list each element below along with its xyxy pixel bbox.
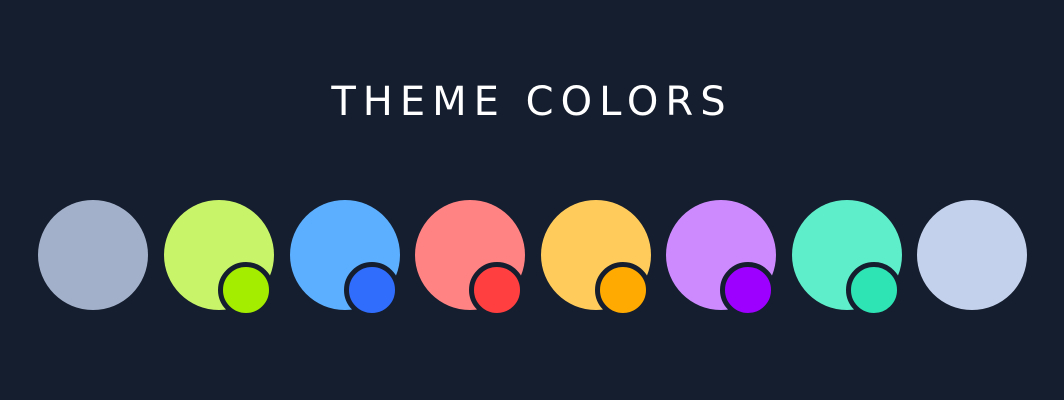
color-swatch-teal[interactable] — [792, 200, 902, 318]
color-swatch-blue[interactable] — [290, 200, 400, 318]
swatch-main-circle — [38, 200, 148, 310]
color-swatch-yellow[interactable] — [541, 200, 651, 318]
swatch-accent-circle — [846, 262, 902, 318]
swatch-accent-circle — [720, 262, 776, 318]
swatch-accent-circle — [469, 262, 525, 318]
color-swatch-lime[interactable] — [164, 200, 274, 318]
page-title: THEME COLORS — [331, 79, 733, 125]
color-swatch-red[interactable] — [415, 200, 525, 318]
swatch-accent-circle — [595, 262, 651, 318]
swatch-accent-circle — [344, 262, 400, 318]
color-swatch-purple[interactable] — [666, 200, 776, 318]
color-swatch-lavender[interactable] — [917, 200, 1027, 310]
swatch-accent-circle — [218, 262, 274, 318]
color-swatch-slate[interactable] — [38, 200, 148, 310]
theme-color-swatches — [38, 200, 1027, 320]
swatch-main-circle — [917, 200, 1027, 310]
